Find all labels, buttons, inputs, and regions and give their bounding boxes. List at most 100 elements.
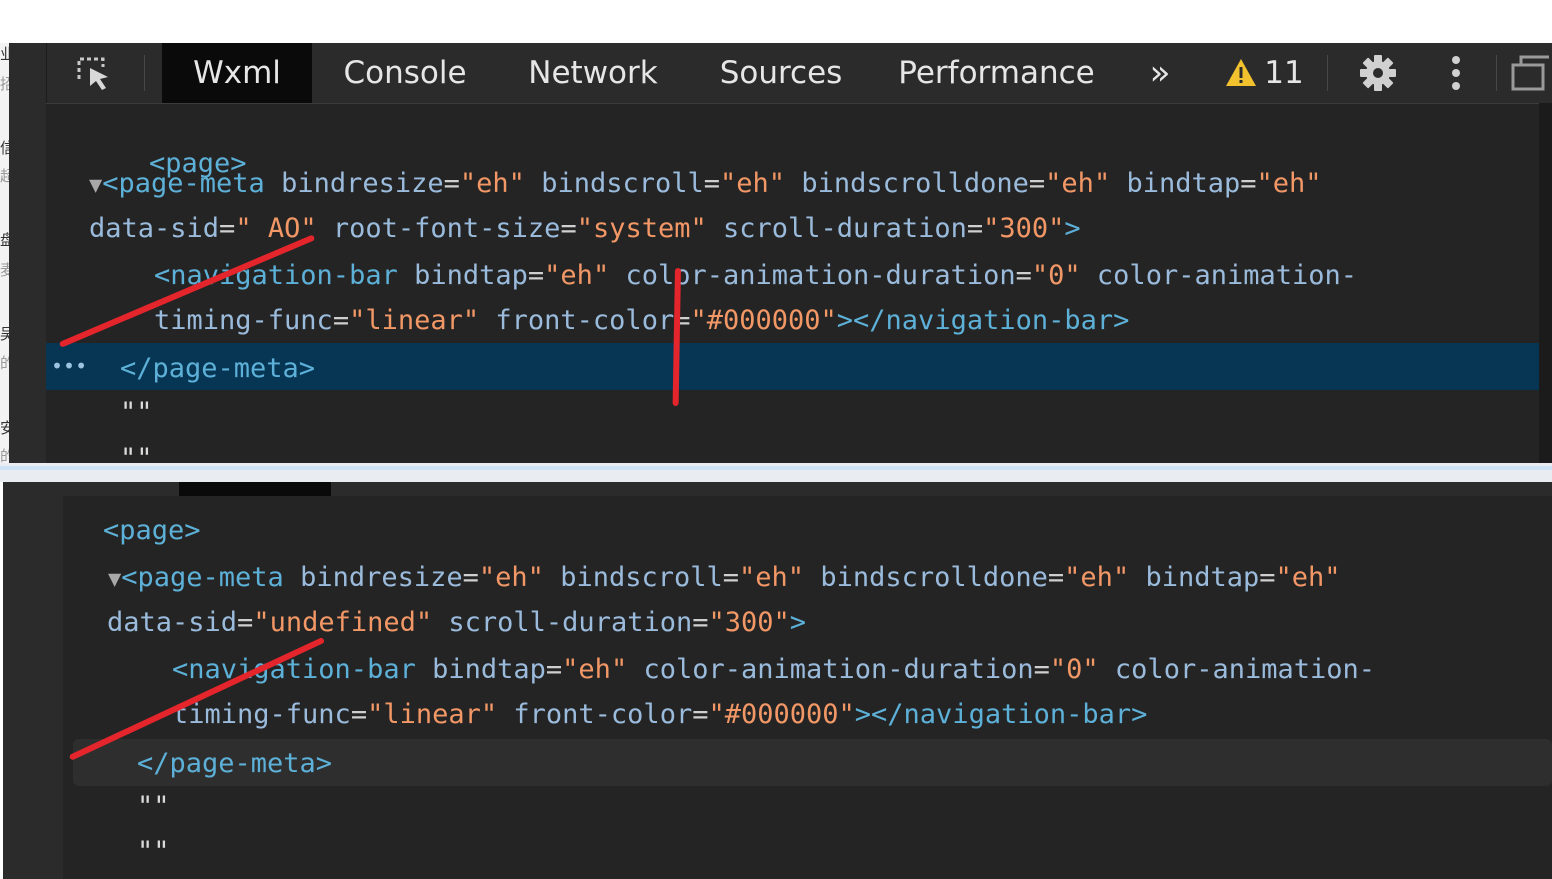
attr-value: "#000000" bbox=[690, 305, 837, 336]
attr-value: "eh" bbox=[1045, 168, 1111, 199]
attr-value: "system" bbox=[576, 213, 707, 244]
attr-name: bindresize bbox=[281, 168, 444, 199]
toolbar-gutter bbox=[9, 43, 47, 103]
expand-triangle-icon[interactable]: ▼ bbox=[89, 173, 102, 198]
attr-name: timing-func bbox=[154, 305, 333, 336]
code-gutter bbox=[3, 496, 63, 879]
undock-icon[interactable] bbox=[1509, 43, 1552, 103]
attr-name: data-sid bbox=[107, 607, 238, 638]
devtools-panel-before: Wxml Console Network Sources Performance… bbox=[9, 43, 1552, 463]
wxml-attr-line: data-sid="undefined" scroll-duration="30… bbox=[107, 607, 807, 638]
tag-close: > bbox=[789, 607, 807, 638]
attr-name: bindscrolldone bbox=[820, 562, 1048, 593]
wxml-node-page-meta[interactable]: ▼<page-meta bindresize="eh" bindscroll="… bbox=[108, 564, 1341, 591]
wxml-attr-line: data-sid=" AO" root-font-size="system" s… bbox=[89, 213, 1081, 244]
warnings-button[interactable]: 11 bbox=[1214, 43, 1314, 103]
wxml-text-node[interactable]: "" bbox=[137, 793, 170, 820]
tag-text: <page> bbox=[103, 515, 201, 546]
more-actions-dots[interactable]: ••• bbox=[51, 356, 87, 376]
attr-name: bindscrolldone bbox=[801, 168, 1029, 199]
tag-text: <page-meta bbox=[102, 168, 265, 199]
wxml-attr-line: timing-func="linear" front-color="#00000… bbox=[172, 699, 1148, 730]
tag-text: </page-meta> bbox=[120, 353, 316, 384]
attr-name: timing-func bbox=[172, 699, 351, 730]
tab-network[interactable]: Network bbox=[512, 43, 674, 103]
attr-value: "300" bbox=[708, 607, 790, 638]
wxml-node-navigation-bar[interactable]: <navigation-bar bindtap="eh" color-anima… bbox=[154, 262, 1357, 289]
attr-value: "eh" bbox=[720, 168, 786, 199]
attr-name: bindscroll bbox=[541, 168, 704, 199]
text-node: "" bbox=[120, 397, 153, 428]
tag-close: ></navigation-bar> bbox=[836, 305, 1130, 336]
devtools-toolbar: Wxml Console Network Sources Performance… bbox=[9, 43, 1552, 104]
attr-value: "linear" bbox=[367, 699, 498, 730]
attr-name: bindtap bbox=[414, 260, 528, 291]
warning-count: 11 bbox=[1264, 55, 1304, 91]
attr-value: "eh" bbox=[1256, 168, 1322, 199]
toolbar-divider bbox=[144, 55, 145, 91]
attr-name: scroll-duration bbox=[448, 607, 693, 638]
tab-sources[interactable]: Sources bbox=[706, 43, 856, 103]
tag-close: > bbox=[1064, 213, 1081, 244]
wxml-node-page-meta[interactable]: ▼<page-meta bindresize="eh" bindscroll="… bbox=[89, 170, 1322, 197]
wxml-node-navigation-bar[interactable]: <navigation-bar bindtap="eh" color-anima… bbox=[172, 656, 1375, 683]
attr-value: "eh" bbox=[739, 562, 805, 593]
text-node: "" bbox=[120, 443, 153, 463]
attr-name: bindtap bbox=[1145, 562, 1260, 593]
gear-icon[interactable] bbox=[1353, 43, 1403, 103]
attr-name: front-color bbox=[495, 305, 675, 336]
attr-value: "linear" bbox=[349, 305, 480, 336]
attr-value: "0" bbox=[1049, 654, 1099, 685]
tag-close: ></navigation-bar> bbox=[854, 699, 1148, 730]
tag-text: </page-meta> bbox=[137, 748, 333, 779]
attr-value: "eh" bbox=[544, 260, 610, 291]
attr-value: "eh" bbox=[478, 562, 544, 593]
active-tab-remnant bbox=[179, 482, 331, 496]
toolbar-divider bbox=[1496, 55, 1497, 91]
attr-name: color-animation-duration bbox=[643, 654, 1034, 685]
wxml-node-page[interactable]: <page> bbox=[103, 517, 201, 544]
chevrons-right-icon[interactable]: » bbox=[1137, 43, 1183, 103]
expand-triangle-icon[interactable]: ▼ bbox=[108, 567, 121, 592]
tag-text: <page-meta bbox=[121, 562, 284, 593]
wxml-attr-line: timing-func="linear" front-color="#00000… bbox=[154, 305, 1130, 336]
attr-name: bindresize bbox=[300, 562, 463, 593]
attr-value: "eh" bbox=[459, 168, 525, 199]
attr-name: color-animation-duration bbox=[625, 260, 1016, 291]
toolbar-divider bbox=[1327, 55, 1328, 91]
attr-name: root-font-size bbox=[332, 213, 561, 244]
attr-name: color-animation- bbox=[1096, 260, 1358, 291]
wxml-text-node[interactable]: "" bbox=[120, 445, 153, 463]
attr-value: "#000000" bbox=[708, 699, 855, 730]
background-app-strip: 业 招 信 超 盘 麦 吴 的 安 的 bbox=[0, 43, 15, 464]
tab-performance[interactable]: Performance bbox=[889, 43, 1104, 103]
attr-value: "eh" bbox=[1275, 562, 1341, 593]
scrollbar-track[interactable] bbox=[1539, 103, 1552, 463]
attr-name: color-animation- bbox=[1114, 654, 1376, 685]
wxml-node-page-meta-close[interactable]: </page-meta> bbox=[120, 355, 315, 382]
screenshot-separator bbox=[0, 463, 1552, 482]
wxml-text-node[interactable]: "" bbox=[137, 838, 170, 865]
inspect-element-icon[interactable] bbox=[69, 43, 117, 103]
tab-console[interactable]: Console bbox=[327, 43, 483, 103]
attr-name: bindtap bbox=[1126, 168, 1241, 199]
wxml-node-page-meta-close[interactable]: </page-meta> bbox=[137, 750, 332, 777]
attr-name: data-sid bbox=[89, 213, 220, 244]
text-node: "" bbox=[137, 836, 170, 867]
attr-value: "0" bbox=[1031, 260, 1081, 291]
attr-name: bindtap bbox=[432, 654, 546, 685]
tag-text: <navigation-bar bbox=[172, 654, 416, 685]
attr-name: bindscroll bbox=[560, 562, 723, 593]
attr-name: front-color bbox=[513, 699, 693, 730]
wxml-text-node[interactable]: "" bbox=[120, 399, 153, 426]
attr-value: "eh" bbox=[562, 654, 628, 685]
tab-wxml[interactable]: Wxml bbox=[162, 43, 312, 103]
kebab-menu-icon[interactable] bbox=[1441, 43, 1471, 103]
text-node: "" bbox=[137, 791, 170, 822]
attr-value: "eh" bbox=[1064, 562, 1130, 593]
attr-name: scroll-duration bbox=[723, 213, 967, 244]
attr-value: "300" bbox=[983, 213, 1065, 244]
code-gutter bbox=[9, 103, 46, 463]
attr-value: "undefined" bbox=[253, 607, 433, 638]
warning-icon bbox=[1226, 59, 1257, 86]
